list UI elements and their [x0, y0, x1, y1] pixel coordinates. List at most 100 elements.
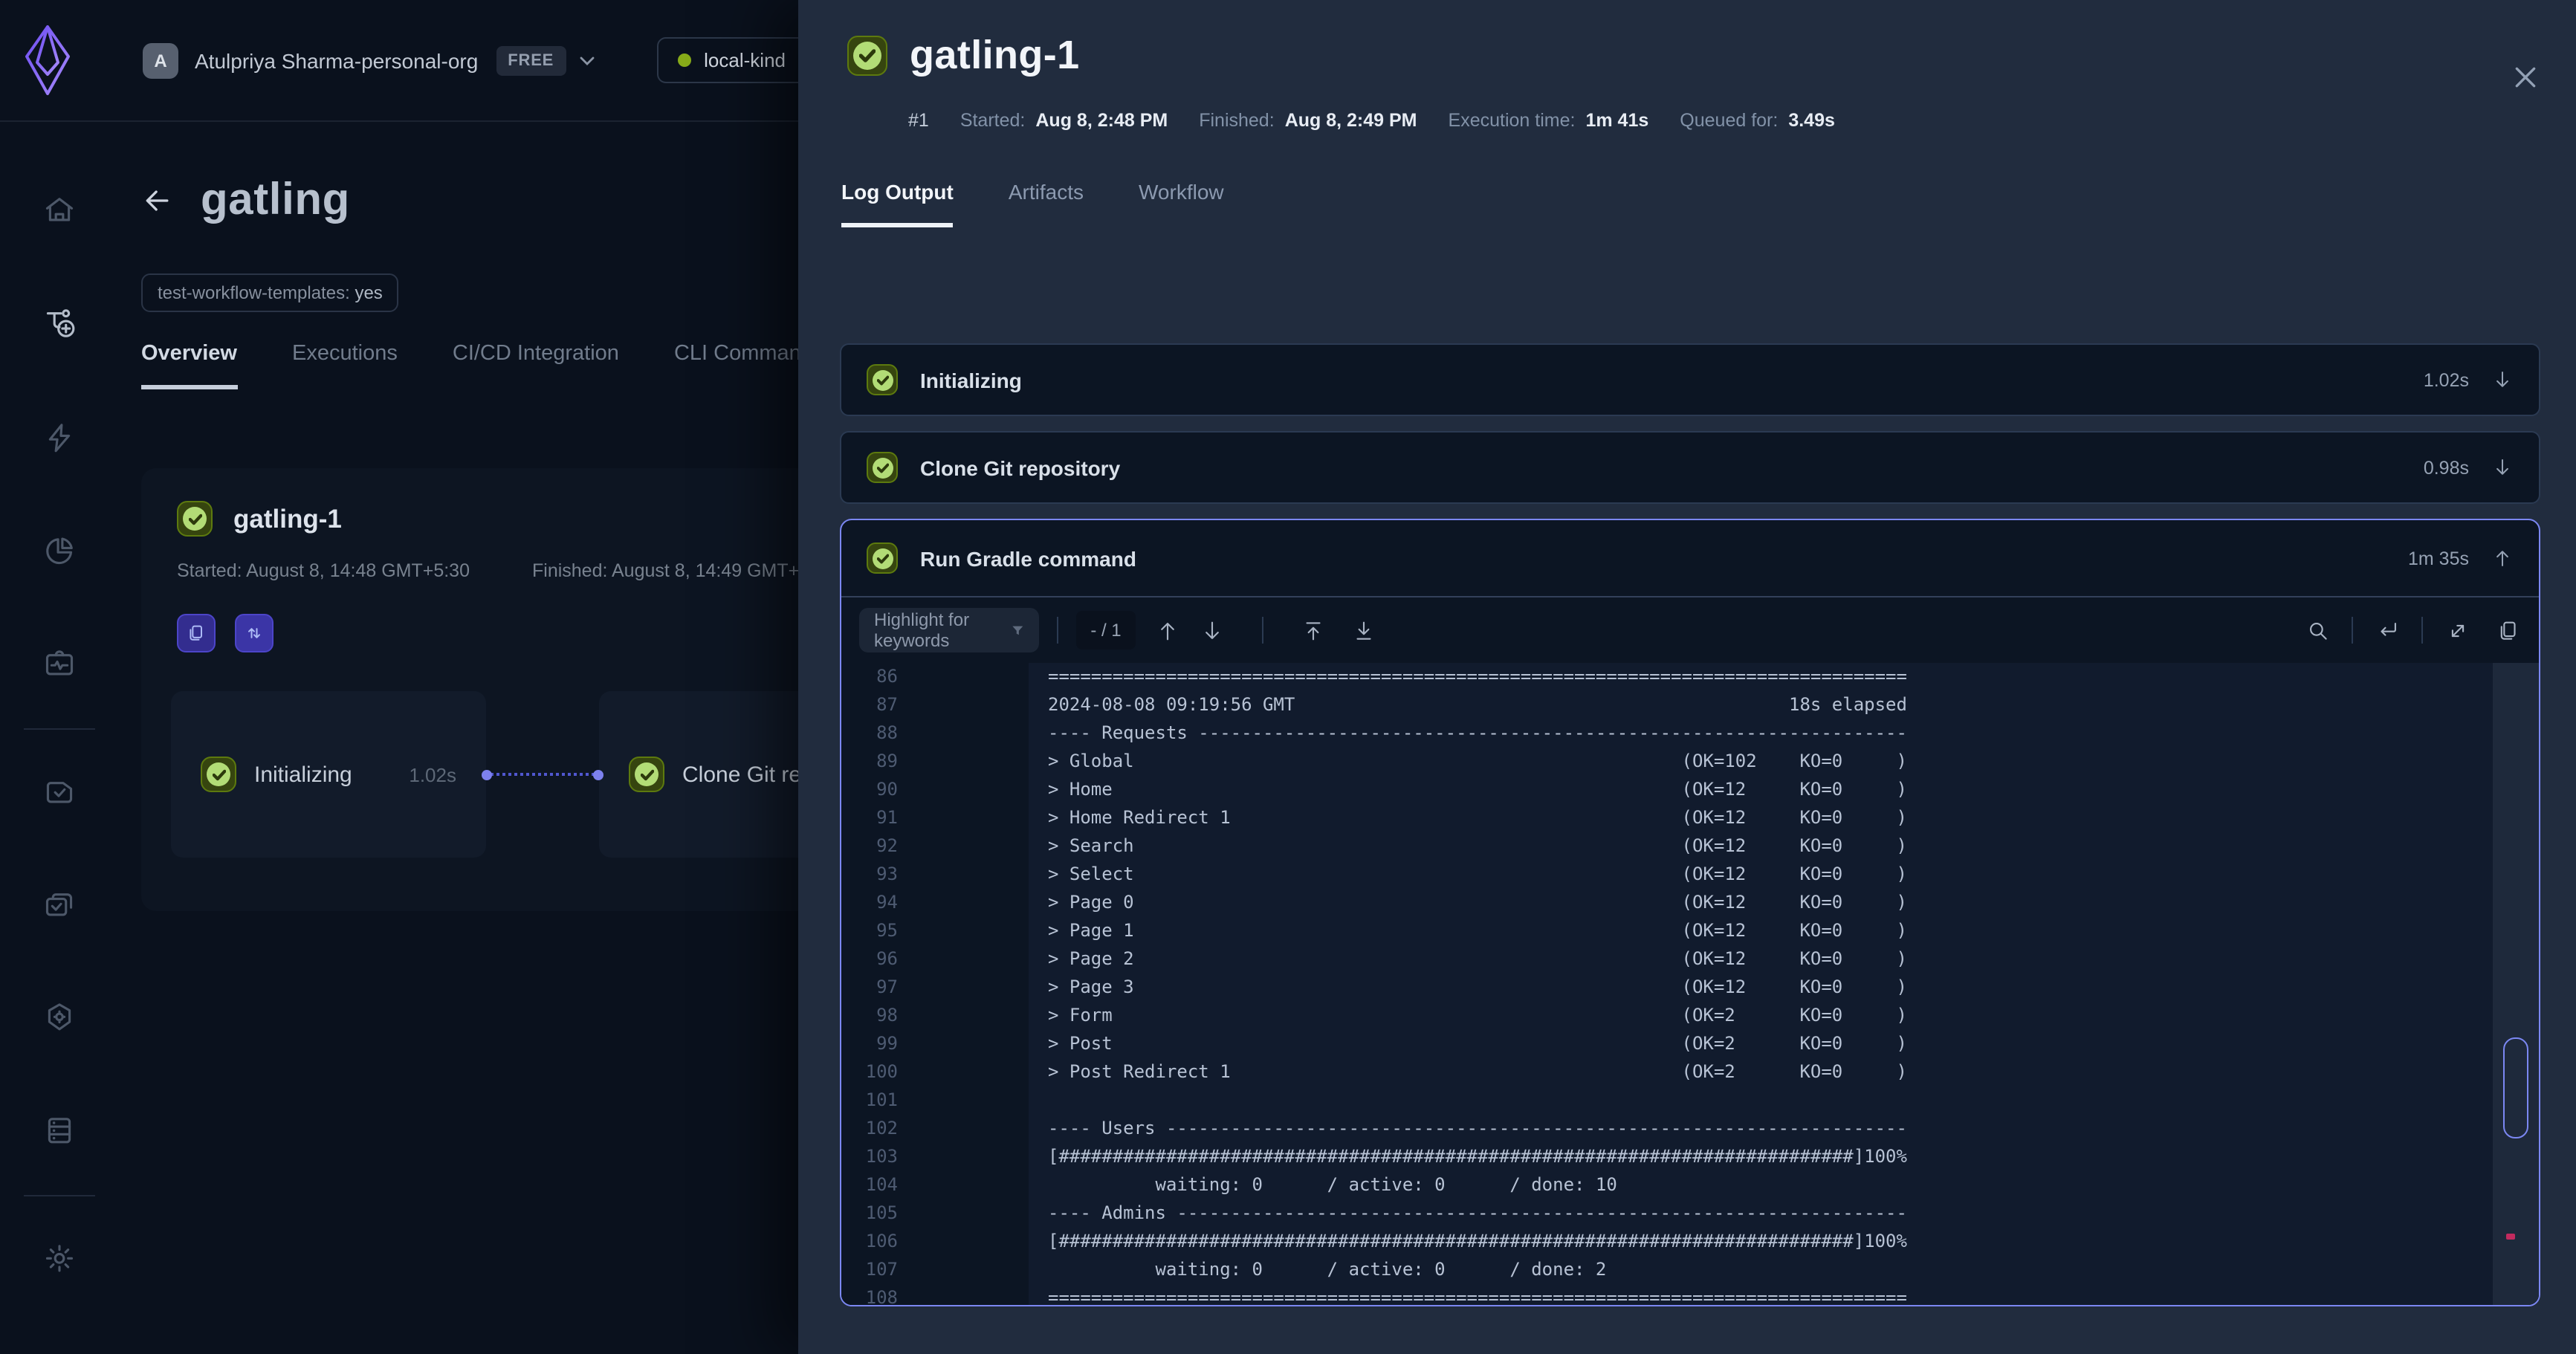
- log-toolbar: Highlight for keywords - / 1: [841, 597, 2539, 663]
- node-initializing[interactable]: Initializing 1.02s: [171, 691, 486, 858]
- status-success-icon: [629, 757, 664, 792]
- env-status-dot: [677, 54, 690, 67]
- step-label: Initializing: [920, 368, 1022, 392]
- scroll-to-bottom-icon[interactable]: [1351, 618, 1376, 643]
- pie-chart-icon[interactable]: [42, 534, 77, 569]
- run-number: #1: [908, 110, 929, 131]
- step-run-gradle-command: Run Gradle command 1m 35s Highlight for …: [840, 519, 2540, 1306]
- step-header[interactable]: Run Gradle command 1m 35s: [841, 520, 2539, 597]
- log-scrollbar-track[interactable]: [2493, 663, 2539, 1305]
- match-counter: - / 1: [1076, 611, 1136, 650]
- box-check-icon[interactable]: [42, 774, 77, 809]
- log-line-text: 2024-08-08 09:19:56 GMT 18s elapsed: [1048, 694, 2493, 722]
- run-title[interactable]: gatling-1: [233, 503, 342, 534]
- log-line-number: 87: [841, 694, 898, 722]
- log-line-number: 89: [841, 751, 898, 779]
- rerun-swap-button[interactable]: [235, 614, 274, 652]
- log-line-number: 101: [841, 1089, 898, 1118]
- workflow-tabs: Overview Executions CI/CD Integration CL…: [141, 342, 823, 389]
- close-icon[interactable]: [2511, 62, 2540, 92]
- step-label: Clone Git repository: [920, 456, 1120, 479]
- run-finished: Finished: August 8, 14:49 GMT+5:30: [532, 560, 835, 581]
- log-line-text: > Form (OK=2 KO=0 ): [1048, 1005, 2493, 1033]
- step-duration: 1.02s: [2424, 369, 2469, 390]
- log-output[interactable]: 8687888990919293949596979899100101102103…: [841, 663, 2539, 1305]
- step-label: Run Gradle command: [920, 546, 1136, 570]
- step-clone-git-repository[interactable]: Clone Git repository 0.98s: [840, 431, 2540, 504]
- chevron-down-icon[interactable]: [579, 56, 594, 65]
- log-lines-code: ========================================…: [1029, 663, 2493, 1305]
- tab-executions[interactable]: Executions: [292, 342, 398, 389]
- log-line-number: 95: [841, 920, 898, 948]
- back-arrow-icon[interactable]: [141, 184, 174, 217]
- log-scrollbar-thumb[interactable]: [2503, 1037, 2528, 1138]
- status-success-icon: [177, 501, 213, 537]
- tab-artifacts[interactable]: Artifacts: [1009, 180, 1084, 227]
- meta-label: Execution time:: [1449, 110, 1576, 131]
- home-icon[interactable]: [42, 193, 77, 228]
- prev-match-icon[interactable]: [1155, 618, 1180, 643]
- log-line-text: > Page 0 (OK=12 KO=0 ): [1048, 892, 2493, 920]
- log-line-number: 97: [841, 976, 898, 1005]
- tab-log-output[interactable]: Log Output: [841, 180, 954, 227]
- log-line-number: 88: [841, 722, 898, 751]
- log-line-number: 102: [841, 1118, 898, 1146]
- next-match-icon[interactable]: [1200, 618, 1225, 643]
- log-line-text: [1048, 1089, 2493, 1118]
- meta-value: 1m 41s: [1585, 110, 1648, 131]
- lightning-icon[interactable]: [42, 420, 77, 455]
- log-line-number: 105: [841, 1202, 898, 1231]
- badge-activity-icon[interactable]: [42, 647, 77, 682]
- log-line-number: 98: [841, 1005, 898, 1033]
- node-label: Initializing: [254, 762, 352, 787]
- workflows-add-icon[interactable]: [42, 307, 77, 342]
- plan-badge: FREE: [496, 45, 566, 75]
- status-success-icon: [867, 542, 898, 574]
- log-line-text: waiting: 0 / active: 0 / done: 2: [1048, 1259, 2493, 1287]
- scroll-to-top-icon[interactable]: [1301, 618, 1326, 643]
- search-icon[interactable]: [2305, 618, 2331, 643]
- org-avatar[interactable]: A: [143, 42, 178, 78]
- server-icon[interactable]: [42, 1114, 77, 1149]
- tab-cicd-integration[interactable]: CI/CD Integration: [453, 342, 619, 389]
- log-line-number: 94: [841, 892, 898, 920]
- status-success-icon: [867, 364, 898, 395]
- word-wrap-icon[interactable]: [2375, 618, 2401, 643]
- stack-check-icon[interactable]: [42, 887, 77, 922]
- log-line-text: > Select (OK=12 KO=0 ): [1048, 864, 2493, 892]
- log-line-text: ---- Users -----------------------------…: [1048, 1118, 2493, 1146]
- run-started: Started: August 8, 14:48 GMT+5:30: [177, 560, 470, 581]
- sidebar-nav: [0, 122, 119, 1354]
- status-success-icon: [201, 757, 236, 792]
- tab-workflow[interactable]: Workflow: [1139, 180, 1224, 227]
- keyword-filter-input[interactable]: Highlight for keywords: [859, 608, 1039, 652]
- log-line-number: 107: [841, 1259, 898, 1287]
- org-name[interactable]: Atulpriya Sharma-personal-org: [195, 48, 478, 72]
- app-root: A Atulpriya Sharma-personal-org FREE loc…: [0, 0, 2576, 1354]
- meta-label: Started:: [960, 110, 1026, 131]
- log-line-text: > Home Redirect 1 (OK=12 KO=0 ): [1048, 807, 2493, 835]
- node-duration: 1.02s: [409, 763, 456, 785]
- meta-label: Finished:: [1199, 110, 1274, 131]
- expand-down-icon[interactable]: [2491, 369, 2514, 391]
- execution-meta: #1 Started: Aug 8, 2:48 PM Finished: Aug…: [908, 110, 2576, 131]
- meta-value: Aug 8, 2:48 PM: [1035, 110, 1168, 131]
- log-line-text: [#######################################…: [1048, 1146, 2493, 1174]
- step-initializing[interactable]: Initializing 1.02s: [840, 343, 2540, 416]
- node-connector: [486, 773, 599, 776]
- log-line-text: ---- Requests --------------------------…: [1048, 722, 2493, 751]
- fullscreen-expand-icon[interactable]: [2445, 618, 2470, 643]
- log-line-number: 93: [841, 864, 898, 892]
- log-line-number: 92: [841, 835, 898, 864]
- collapse-up-icon[interactable]: [2491, 547, 2514, 569]
- log-lines-gutter: 8687888990919293949596979899100101102103…: [841, 663, 1029, 1305]
- tab-overview[interactable]: Overview: [141, 342, 237, 389]
- log-line-text: ========================================…: [1048, 1287, 2493, 1305]
- copy-manifest-button[interactable]: [177, 614, 216, 652]
- shield-gear-icon[interactable]: [42, 1000, 77, 1035]
- settings-gear-icon[interactable]: [42, 1241, 77, 1276]
- copy-log-icon[interactable]: [2496, 618, 2521, 643]
- expand-down-icon[interactable]: [2491, 456, 2514, 479]
- app-logo-icon[interactable]: [24, 23, 71, 97]
- log-line-text: > Page 1 (OK=12 KO=0 ): [1048, 920, 2493, 948]
